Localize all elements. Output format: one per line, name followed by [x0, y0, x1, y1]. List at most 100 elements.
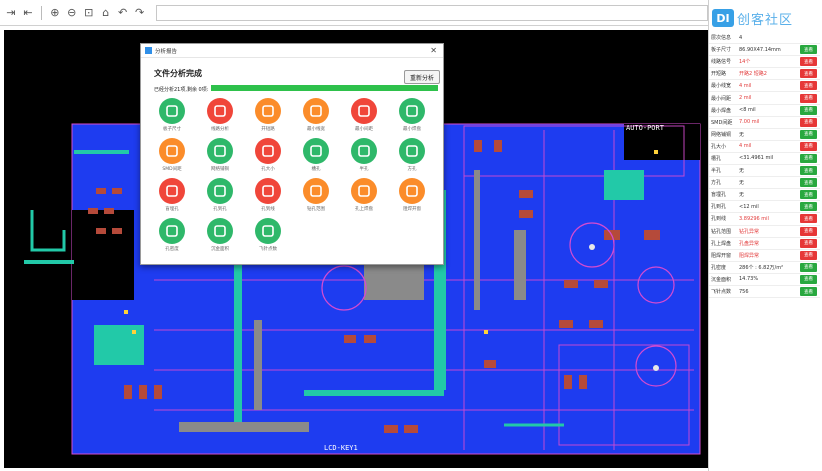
logo-text: 创客社区	[737, 12, 794, 28]
sidebar-list: 层次信息 4 板子尺寸 86.90X47.14mm 查看 线路信号 14个 查看 开短路 开路2 …	[709, 32, 820, 299]
sidebar-row: 板子尺寸 86.90X47.14mm 查看	[709, 44, 820, 57]
sidebar-row: 飞针点数 756 查看	[709, 286, 820, 299]
view-button[interactable]: 查看	[800, 178, 817, 188]
view-button[interactable]: 查看	[800, 287, 817, 297]
analysis-item-icon	[303, 98, 329, 124]
zoom-out-icon[interactable]: ⊖	[65, 5, 79, 20]
analysis-item[interactable]: 孔上焊盘	[346, 178, 382, 218]
sidebar-row-name: 孔到孔	[711, 204, 727, 211]
sidebar-row-name: 孔上焊盘	[711, 240, 732, 247]
sidebar-row-name: 最小线宽	[711, 83, 732, 90]
analysis-item-label: 最小焊盘	[403, 127, 421, 132]
view-button[interactable]: 查看	[800, 93, 817, 103]
community-logo: DI 创客社区	[712, 6, 816, 30]
analysis-item-label: 孔上焊盘	[355, 207, 373, 212]
analysis-item[interactable]: 最小线宽	[298, 98, 334, 138]
analysis-item[interactable]: 开短路	[250, 98, 286, 138]
view-button[interactable]: 查看	[800, 129, 817, 139]
analysis-item[interactable]: 板子尺寸	[154, 98, 190, 138]
sidebar-row-name: 盲埋孔	[711, 192, 727, 199]
zoom-in-icon[interactable]: ⊕	[48, 5, 62, 20]
analysis-item[interactable]: 最小间距	[346, 98, 382, 138]
sidebar-row-name: 孔大小	[711, 143, 727, 150]
sidebar-row: 孔上焊盘 孔盘异常 查看	[709, 238, 820, 250]
sidebar-row-name: 孔密度	[711, 264, 727, 271]
analysis-item-icon	[399, 138, 425, 164]
sidebar-row-value: 4	[739, 34, 743, 41]
sidebar-row: 半孔 无 查看	[709, 165, 820, 178]
logo-mark: DI	[712, 9, 734, 27]
analysis-item[interactable]: 钻孔范围	[298, 178, 334, 218]
analysis-item[interactable]: 最小焊盘	[394, 98, 430, 138]
view-button[interactable]: 查看	[800, 238, 817, 248]
analysis-item[interactable]: 半孔	[346, 138, 382, 178]
zoom-fit-icon[interactable]: ⊡	[82, 5, 96, 20]
view-button[interactable]: 查看	[800, 202, 817, 212]
view-button[interactable]: 查看	[800, 166, 817, 176]
view-button[interactable]: 查看	[800, 153, 817, 163]
analysis-item[interactable]: 孔密度	[154, 218, 190, 258]
close-icon[interactable]: ✕	[430, 46, 437, 55]
sidebar-row-name: 最小间距	[711, 95, 732, 102]
reanalyze-button[interactable]: 重新分析	[404, 70, 440, 84]
sidebar-row-value: 2 mil	[739, 95, 752, 102]
svg-text:LCD-KEY1: LCD-KEY1	[324, 444, 358, 452]
view-button[interactable]: 查看	[800, 214, 817, 224]
view-button[interactable]: 查看	[800, 69, 817, 79]
analysis-item[interactable]: 阻焊开窗	[394, 178, 430, 218]
analysis-item-icon	[159, 178, 185, 204]
analysis-item-label: 半孔	[359, 167, 369, 172]
redo-icon[interactable]: ↷	[133, 5, 147, 20]
analysis-item-icon	[255, 178, 281, 204]
analysis-item-label: 飞针点数	[259, 247, 277, 252]
analysis-item[interactable]: 线路分析	[202, 98, 238, 138]
analysis-item-label: 线路分析	[211, 127, 229, 132]
sidebar-row-name: 阻焊开窗	[711, 252, 732, 259]
view-button[interactable]: 查看	[800, 141, 817, 151]
analysis-item[interactable]: 槽孔	[298, 138, 334, 178]
view-button[interactable]: 查看	[800, 105, 817, 115]
analysis-item-label: 开短路	[261, 127, 275, 132]
analysis-item[interactable]: 飞针点数	[250, 218, 286, 258]
view-button[interactable]: 查看	[800, 226, 817, 236]
sidebar-row: 沉金面积 14.73% 查看	[709, 274, 820, 286]
undo-icon[interactable]: ↶	[116, 5, 130, 20]
analysis-item[interactable]: 方孔	[394, 138, 430, 178]
analysis-item[interactable]: 网络铺铜	[202, 138, 238, 178]
view-button[interactable]: 查看	[800, 262, 817, 272]
view-button[interactable]: 查看	[800, 81, 817, 91]
view-button[interactable]: 查看	[800, 274, 817, 284]
view-button[interactable]: 查看	[800, 57, 817, 67]
analysis-item[interactable]: 盲埋孔	[154, 178, 190, 218]
analysis-item-label: 盲埋孔	[165, 207, 179, 212]
analysis-item[interactable]: 孔到孔	[202, 178, 238, 218]
sidebar-row-value: 钻孔异常	[739, 228, 760, 235]
sidebar-row: 槽孔 <31.4961 mil 查看	[709, 153, 820, 166]
sidebar-row: 盲埋孔 无 查看	[709, 189, 820, 202]
view-button[interactable]: 查看	[800, 45, 817, 55]
analysis-item[interactable]: 孔大小	[250, 138, 286, 178]
view-button[interactable]: 查看	[800, 117, 817, 127]
svg-text:AUTO-PORT: AUTO-PORT	[626, 124, 665, 132]
analysis-item[interactable]: 沉金面积	[202, 218, 238, 258]
toolbar-field[interactable]	[155, 4, 709, 21]
analysis-item[interactable]: 孔到线	[250, 178, 286, 218]
expand-icon[interactable]: ⇥	[4, 5, 18, 20]
analysis-item-label: 方孔	[407, 167, 417, 172]
sidebar-row-value: 无	[739, 180, 745, 187]
analysis-item-icon	[159, 218, 185, 244]
view-button[interactable]: 查看	[800, 190, 817, 200]
analysis-item-label: 最小线宽	[307, 127, 325, 132]
toolbar-divider	[40, 5, 42, 20]
analysis-item-icon	[303, 138, 329, 164]
sidebar-row-value: <8 mil	[739, 107, 756, 114]
collapse-icon[interactable]: ⇤	[21, 5, 35, 20]
sidebar-row-value: 14个	[739, 59, 751, 66]
home-icon[interactable]: ⌂	[99, 5, 113, 20]
dialog-titlebar: 分析报告 ✕	[141, 44, 443, 58]
analysis-item-label: 网络铺铜	[211, 167, 229, 172]
sidebar-row-value: 286个 : 6.82万/m²	[739, 264, 784, 271]
analysis-item[interactable]: SMD间距	[154, 138, 190, 178]
view-button[interactable]: 查看	[800, 250, 817, 260]
progress-label: 已经分析21项,剩余 0项:	[154, 87, 209, 93]
